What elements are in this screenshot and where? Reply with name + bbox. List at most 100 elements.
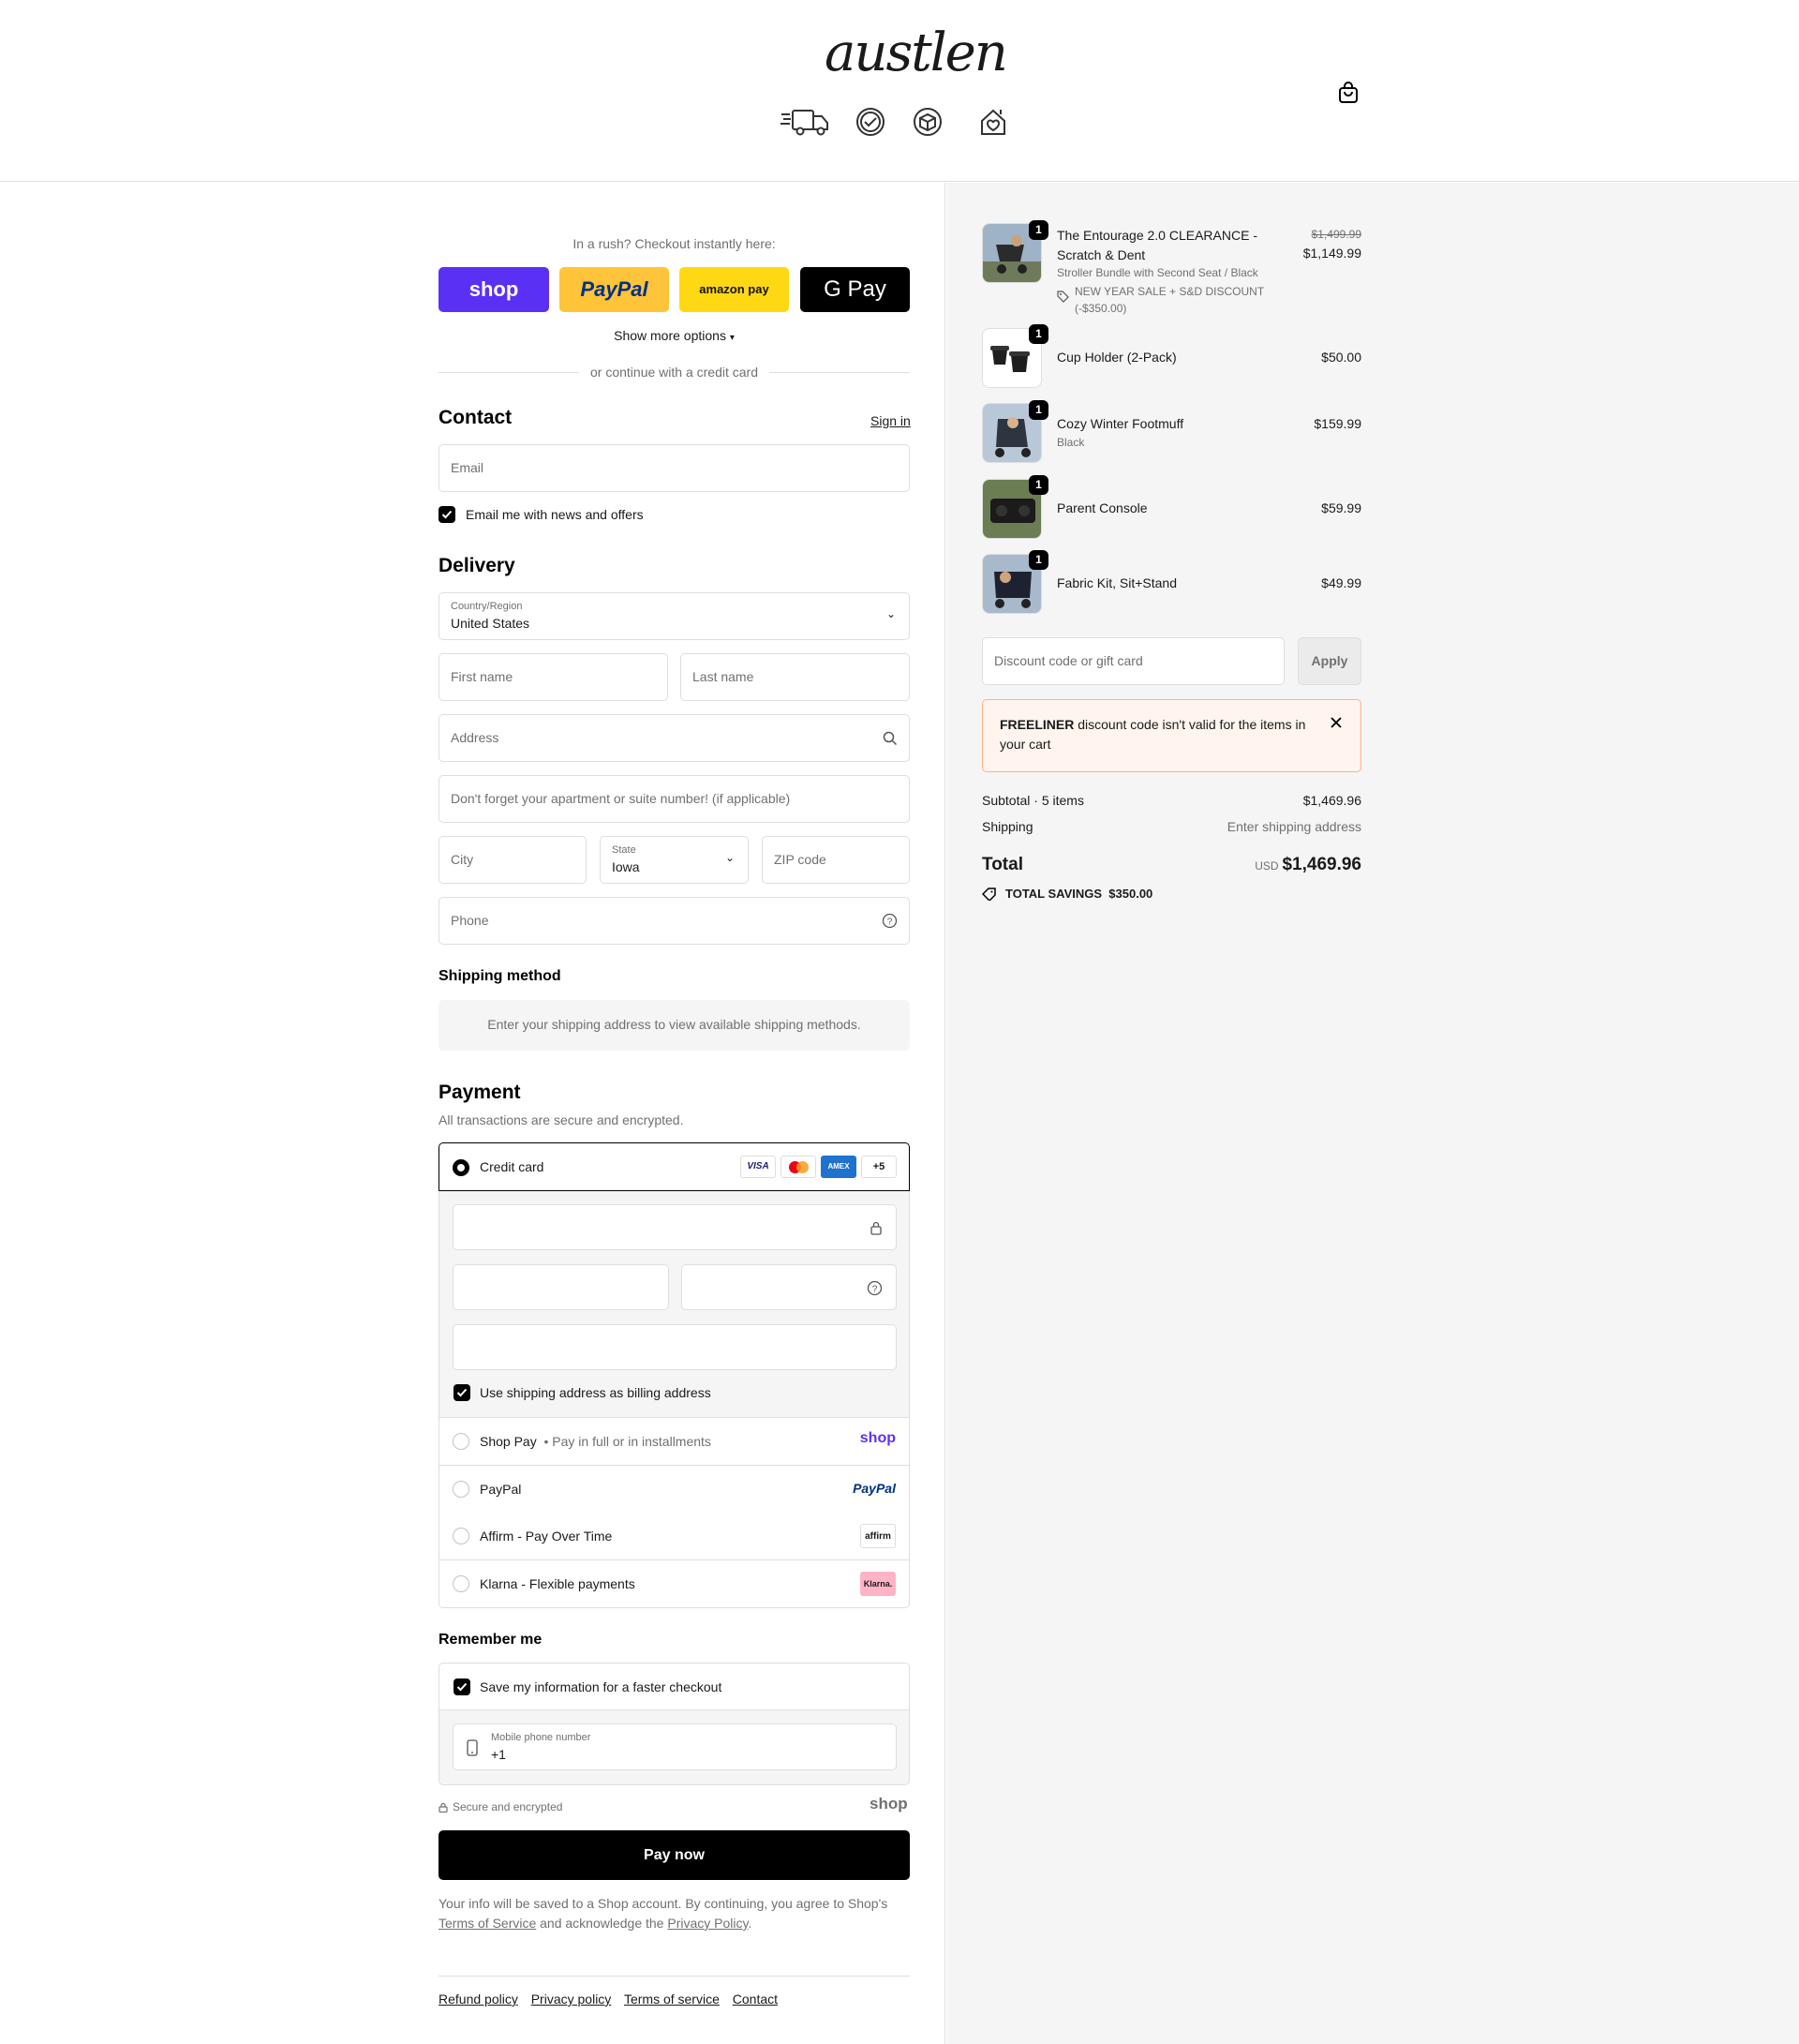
mobile-phone-section: Mobile phone number +1 xyxy=(439,1710,910,1785)
brand-logo[interactable]: austlen xyxy=(825,21,1008,86)
shop-logo: shop xyxy=(870,1795,908,1813)
subtotal-label: Subtotal · 5 items xyxy=(982,793,1084,808)
credit-card-radio[interactable] xyxy=(453,1159,469,1176)
country-select[interactable]: Country/Region United States ⌄ xyxy=(439,592,910,640)
amazon-pay-express-button[interactable]: amazon pay xyxy=(679,267,789,312)
payment-heading: Payment xyxy=(439,1082,521,1103)
show-more-options-button[interactable]: Show more options ▾ xyxy=(439,328,910,343)
mobile-phone-field[interactable]: Mobile phone number +1 xyxy=(453,1723,897,1770)
klarna-option[interactable]: Klarna - Flexible payments Klarna. xyxy=(439,1560,910,1608)
security-code-field[interactable]: ? xyxy=(681,1264,897,1310)
product-name: Parent Console xyxy=(1057,500,1148,515)
product-discount: NEW YEAR SALE + S&D DISCOUNT (-$350.00) xyxy=(1075,285,1264,315)
address-placeholder: Address xyxy=(451,730,499,745)
google-pay-express-button[interactable]: G Pay xyxy=(800,267,910,312)
zip-field[interactable]: ZIP code xyxy=(762,836,910,884)
help-circle-icon[interactable]: ? xyxy=(867,1280,883,1296)
apply-discount-button[interactable]: Apply xyxy=(1298,637,1361,685)
amazon-pay-logo: amazon pay xyxy=(699,282,769,296)
product-original-price: $1,499.99 xyxy=(1311,228,1361,241)
terms-of-service-link[interactable]: Terms of Service xyxy=(439,1916,536,1931)
shop-pay-express-button[interactable]: shop xyxy=(439,267,549,312)
newsletter-label: Email me with news and offers xyxy=(466,507,644,522)
more-card-brands: +5 xyxy=(861,1156,897,1178)
paypal-logo: PayPal xyxy=(853,1481,896,1496)
divider-line xyxy=(769,372,910,373)
product-name: Cozy Winter Footmuff xyxy=(1057,416,1184,431)
quantity-badge: 1 xyxy=(1029,475,1048,495)
terms-of-service-footer-link[interactable]: Terms of service xyxy=(624,1992,720,2007)
save-info-checkbox[interactable] xyxy=(453,1678,470,1695)
paypal-radio[interactable] xyxy=(453,1481,469,1498)
email-placeholder: Email xyxy=(451,460,484,475)
discount-tag-icon xyxy=(1057,291,1069,303)
refund-policy-link[interactable]: Refund policy xyxy=(439,1992,518,2007)
chevron-down-icon: ▾ xyxy=(729,333,735,343)
expiration-date-field[interactable] xyxy=(453,1264,669,1310)
credit-card-form: ? Use shipping address as billing addres… xyxy=(439,1191,910,1418)
product-price: $50.00 xyxy=(1321,350,1361,365)
klarna-radio[interactable] xyxy=(453,1575,469,1592)
first-name-field[interactable]: First name xyxy=(439,653,668,701)
last-name-field[interactable]: Last name xyxy=(680,653,910,701)
paypal-option[interactable]: PayPal PayPal xyxy=(439,1466,910,1514)
contact-footer-link[interactable]: Contact xyxy=(733,1992,778,2007)
checkmark-icon xyxy=(456,1682,468,1692)
product-name: Fabric Kit, Sit+Stand xyxy=(1057,575,1178,590)
google-pay-logo: G Pay xyxy=(824,276,886,302)
privacy-policy-link[interactable]: Privacy Policy xyxy=(667,1916,748,1931)
shop-pay-option[interactable]: Shop Pay • Pay in full or in installment… xyxy=(439,1418,910,1466)
pay-now-button[interactable]: Pay now xyxy=(439,1830,910,1880)
discount-error-banner: FREELINER discount code isn't valid for … xyxy=(982,699,1361,772)
product-variant: Black xyxy=(1057,436,1085,449)
shipping-method-message: Enter your shipping address to view avai… xyxy=(487,1017,861,1032)
privacy-policy-footer-link[interactable]: Privacy policy xyxy=(531,1992,612,2007)
visa-icon: VISA xyxy=(740,1156,776,1178)
country-label: Country/Region xyxy=(451,601,523,612)
paypal-logo: PayPal xyxy=(580,277,648,301)
shopping-bag-icon[interactable] xyxy=(1336,81,1360,105)
shipping-label: Shipping xyxy=(982,819,1033,834)
pay-now-label: Pay now xyxy=(644,1847,705,1863)
phone-field[interactable]: Phone ? xyxy=(439,897,910,945)
klarna-label: Klarna - Flexible payments xyxy=(480,1576,635,1591)
svg-text:?: ? xyxy=(872,1285,878,1295)
state-select[interactable]: State Iowa ⌄ xyxy=(600,836,749,884)
delivery-heading: Delivery xyxy=(439,555,515,576)
billing-same-checkbox[interactable] xyxy=(453,1384,470,1401)
city-field[interactable]: City xyxy=(439,836,587,884)
paypal-label: PayPal xyxy=(480,1482,522,1497)
paypal-express-button[interactable]: PayPal xyxy=(559,267,669,312)
name-on-card-field[interactable] xyxy=(453,1324,897,1370)
quantity-badge: 1 xyxy=(1029,400,1048,420)
close-icon[interactable] xyxy=(1330,716,1343,729)
email-field[interactable]: Email xyxy=(439,444,910,492)
apartment-field[interactable]: Don't forget your apartment or suite num… xyxy=(439,775,910,823)
quantity-badge: 1 xyxy=(1029,324,1048,344)
remember-me-heading: Remember me xyxy=(439,1632,543,1648)
newsletter-checkbox[interactable] xyxy=(439,506,455,523)
discount-code-field[interactable]: Discount code or gift card xyxy=(982,637,1285,685)
quantity-badge: 1 xyxy=(1029,220,1048,240)
shop-pay-radio[interactable] xyxy=(453,1433,469,1450)
discount-code-placeholder: Discount code or gift card xyxy=(994,653,1143,668)
card-number-field[interactable] xyxy=(453,1204,897,1250)
divider-line xyxy=(439,372,579,373)
help-circle-icon[interactable]: ? xyxy=(882,913,898,929)
credit-card-option[interactable]: Credit card VISA AMEX +5 xyxy=(439,1142,910,1191)
save-info-option[interactable]: Save my information for a faster checkou… xyxy=(439,1663,910,1710)
product-price: $49.99 xyxy=(1321,575,1361,590)
billing-same-label: Use shipping address as billing address xyxy=(480,1385,711,1400)
address-field[interactable]: Address xyxy=(439,714,910,762)
affirm-radio[interactable] xyxy=(453,1528,469,1544)
shop-pay-logo: shop xyxy=(859,1430,896,1446)
express-divider-text: or continue with a credit card xyxy=(590,365,758,380)
sign-in-link[interactable]: Sign in xyxy=(870,413,911,428)
shop-account-legal-text: Your info will be saved to a Shop accoun… xyxy=(439,1896,888,1931)
total-savings: TOTAL SAVINGS $350.00 xyxy=(1005,887,1153,901)
mastercard-icon xyxy=(781,1156,816,1178)
product-price: $1,149.99 xyxy=(1302,246,1361,261)
verified-badge-icon xyxy=(856,108,885,136)
affirm-logo: affirm xyxy=(860,1524,896,1548)
affirm-option[interactable]: Affirm - Pay Over Time affirm xyxy=(439,1513,910,1560)
